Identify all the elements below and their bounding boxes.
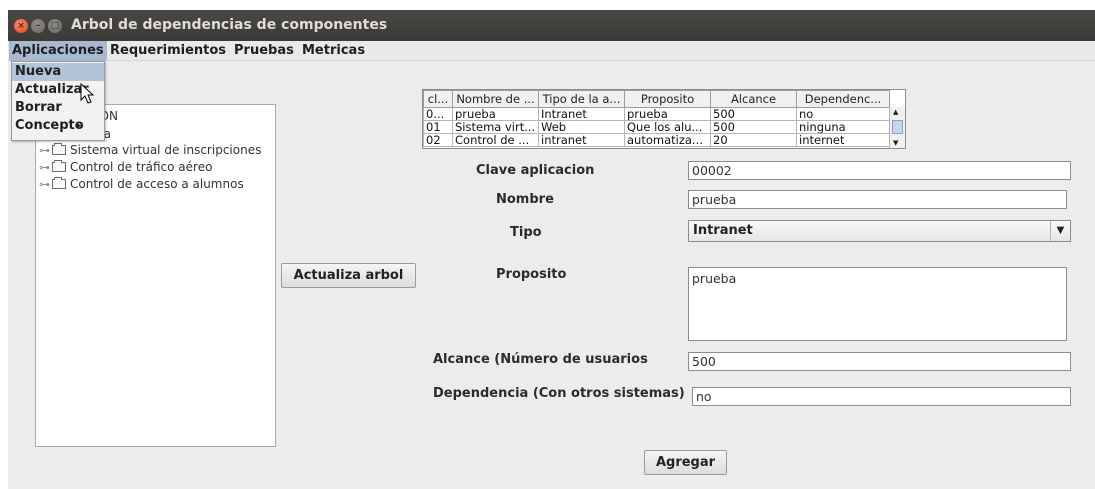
menu-bar: Aplicaciones Requerimientos Pruebas Metr… — [8, 41, 1095, 61]
clave-field[interactable]: 00002 — [688, 161, 1071, 180]
nombre-field[interactable]: prueba — [688, 190, 1067, 209]
dependencia-label: Dependencia (Con otros sistemas) — [433, 386, 685, 401]
alcance-label: Alcance (Número de usuarios — [433, 352, 648, 367]
menu-metricas[interactable]: Metricas — [302, 43, 365, 58]
mouse-pointer-icon — [80, 83, 94, 104]
folder-icon — [52, 177, 66, 189]
applications-table[interactable]: cl... Nombre de ... Tipo de la a... Prop… — [422, 89, 906, 149]
dependencia-field[interactable]: no — [692, 387, 1071, 406]
table-scrollbar[interactable]: ▲ ▼ — [889, 107, 905, 148]
tree-expand-icon[interactable]: ⊶ — [39, 144, 50, 157]
tipo-select[interactable]: Intranet ▼ — [688, 220, 1071, 242]
menu-item-concepto[interactable]: Concepto ▸ — [12, 117, 104, 135]
application-tree[interactable]: ION ba ⊶Sistema virtual de inscripciones… — [35, 104, 276, 447]
table-row[interactable]: 01 Sistema virt... Web Que los alu... 500 nin… — [423, 120, 890, 134]
menu-item-nueva[interactable]: Nueva — [12, 63, 104, 81]
column-header-proposito[interactable]: Proposito — [624, 90, 711, 108]
tree-expand-icon[interactable]: ⊶ — [39, 161, 50, 174]
table-row[interactable]: 0... prueba Intranet prueba 500 no — [423, 107, 890, 121]
folder-icon — [52, 160, 66, 172]
tree-node-sistema-virtual[interactable]: ⊶ Sistema virtual de inscripciones — [39, 143, 261, 157]
folder-icon — [52, 143, 66, 155]
tree-node-control-acceso[interactable]: ⊶ Control de acceso a alumnos — [39, 177, 244, 191]
update-tree-button[interactable]: Actualiza arbol — [281, 263, 416, 288]
minimize-window-button[interactable]: – — [31, 19, 45, 33]
window-title: Arbol de dependencias de componentes — [71, 17, 388, 33]
maximize-window-button[interactable]: □ — [48, 19, 62, 33]
alcance-field[interactable]: 500 — [688, 352, 1071, 371]
close-icon: × — [17, 21, 25, 31]
tree-node-control-trafico[interactable]: ⊶ Control de tráfico aéreo — [39, 160, 212, 174]
add-button[interactable]: Agregar — [644, 450, 727, 475]
minimize-icon: – — [35, 21, 41, 31]
scroll-up-icon[interactable]: ▲ — [893, 108, 898, 116]
maximize-icon: □ — [50, 21, 60, 31]
submenu-arrow-icon: ▸ — [77, 121, 82, 131]
column-header-nombre[interactable]: Nombre de ... — [452, 90, 539, 108]
column-header-alcance[interactable]: Alcance — [710, 90, 797, 108]
menu-pruebas[interactable]: Pruebas — [234, 43, 294, 58]
tipo-label: Tipo — [510, 225, 542, 240]
close-window-button[interactable]: × — [14, 19, 28, 33]
column-header-clave[interactable]: cl... — [423, 90, 453, 108]
menu-requerimientos[interactable]: Requerimientos — [110, 43, 226, 58]
scrollbar-thumb[interactable] — [892, 120, 903, 134]
column-header-tipo[interactable]: Tipo de la a... — [538, 90, 625, 108]
scroll-down-icon[interactable]: ▼ — [893, 139, 898, 147]
menu-aplicaciones[interactable]: Aplicaciones — [9, 41, 107, 61]
proposito-label: Proposito — [496, 267, 567, 282]
table-header-row: cl... Nombre de ... Tipo de la a... Prop… — [423, 90, 890, 108]
table-row[interactable]: 02 Control de ... intranet automatiza... 20 i… — [423, 133, 890, 147]
nombre-label: Nombre — [496, 192, 554, 207]
proposito-textarea[interactable]: prueba — [688, 267, 1067, 341]
clave-label: Clave aplicacion — [476, 163, 595, 178]
app-window: × – □ Arbol de dependencias de component… — [8, 10, 1095, 489]
tree-expand-icon[interactable]: ⊶ — [39, 178, 50, 191]
column-header-dependencia[interactable]: Dependenc... — [796, 90, 890, 108]
chevron-down-icon[interactable]: ▼ — [1050, 221, 1070, 241]
title-bar[interactable]: × – □ Arbol de dependencias de component… — [8, 10, 1095, 41]
